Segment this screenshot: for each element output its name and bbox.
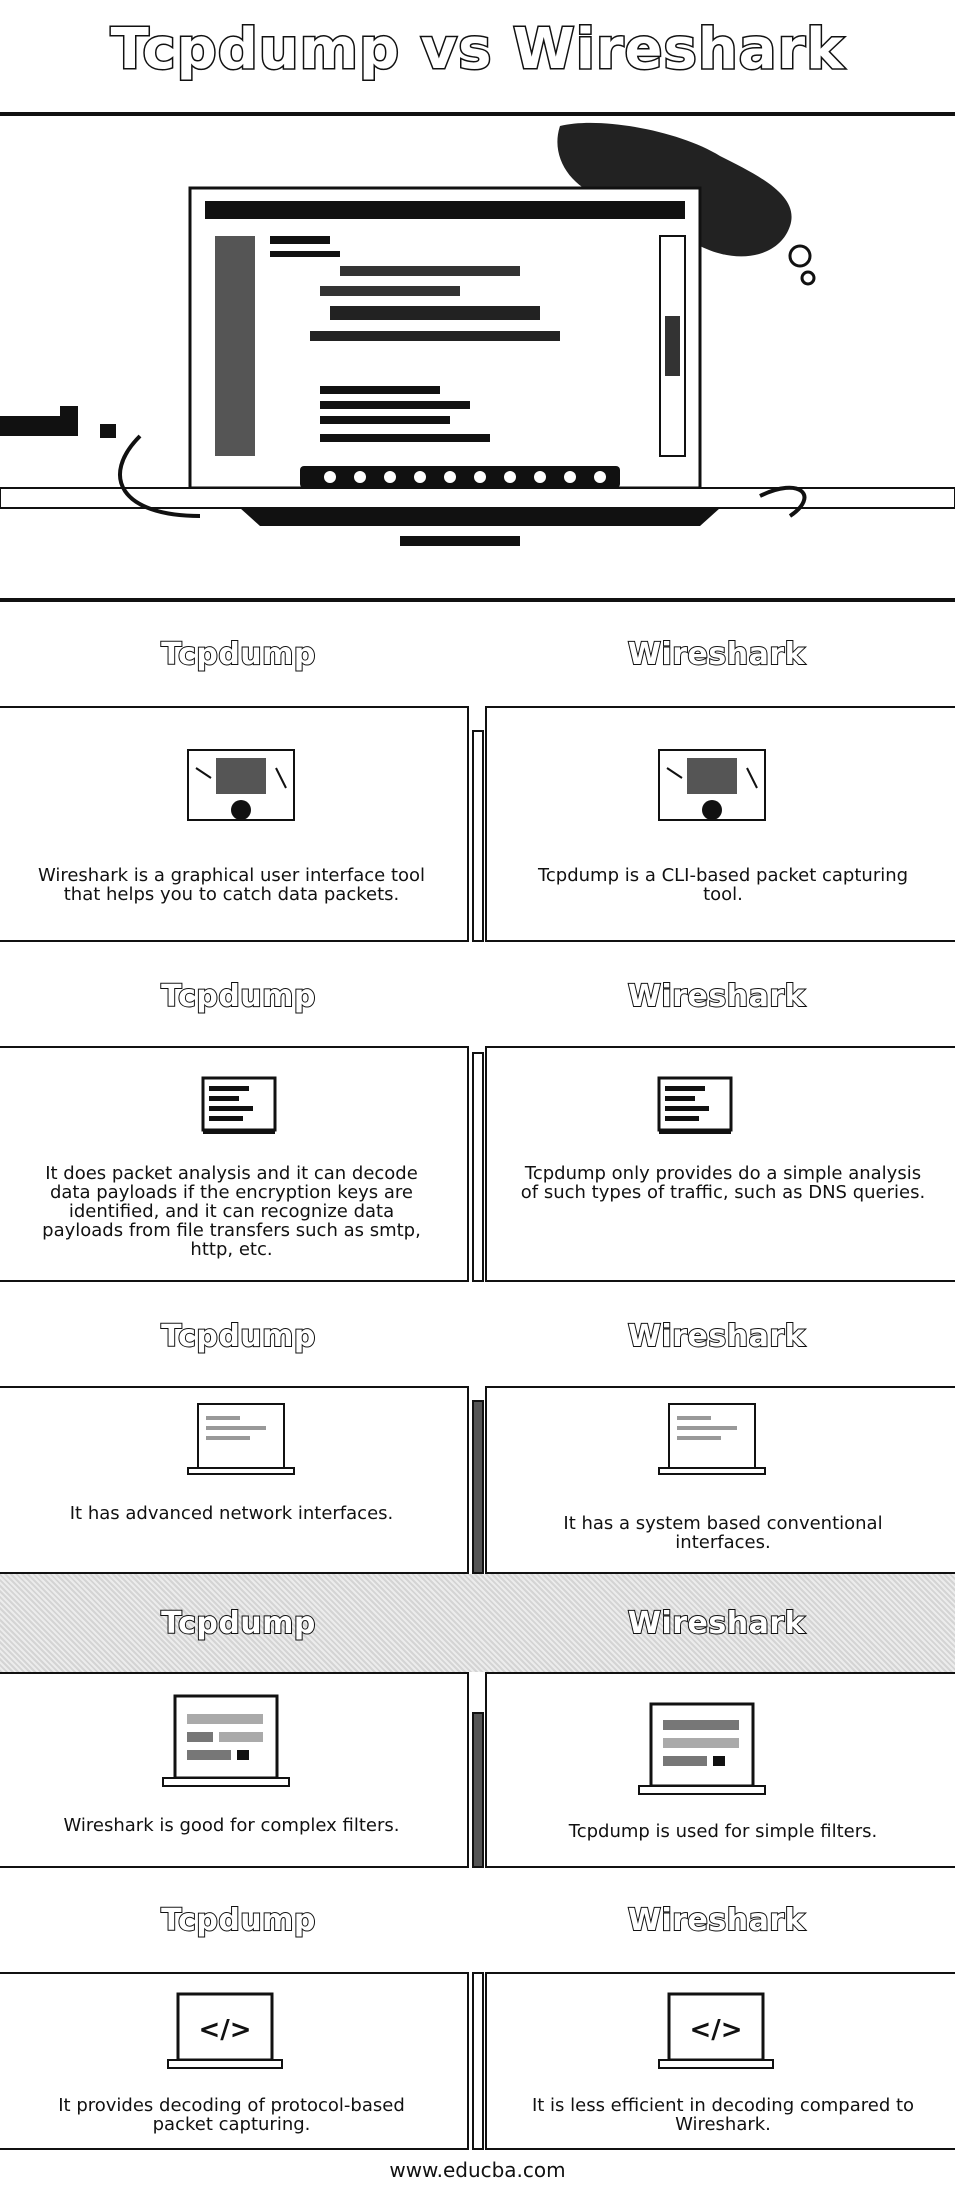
- hero-illustration: [0, 112, 955, 602]
- computer-desk-icon: [658, 749, 766, 821]
- row-5-right-panel: </> It is less efficient in decoding com…: [485, 1972, 955, 2150]
- row-4-right-text: Tcpdump is used for simple filters.: [568, 1821, 878, 1842]
- row-header-2: Tcpdump Wireshark: [0, 944, 955, 1048]
- row-3-divider: [472, 1400, 484, 1574]
- code-laptop-icon: </>: [167, 1992, 283, 2069]
- row-2-left-text: It does packet analysis and it can decod…: [42, 1163, 421, 1260]
- computer-desk-icon: [187, 749, 295, 821]
- row-header-4: Tcpdump Wireshark: [0, 1574, 955, 1672]
- column-label-tcpdump: Tcpdump: [160, 636, 316, 673]
- column-label-tcpdump: Tcpdump: [160, 1318, 316, 1355]
- row-5-divider: [472, 1972, 484, 2150]
- laptop-filters-icon: [162, 1694, 290, 1787]
- row-1-right-panel: Tcpdump is a CLI-based packet capturing …: [485, 706, 955, 942]
- column-label-wireshark: Wireshark: [627, 1605, 806, 1642]
- column-label-tcpdump: Tcpdump: [160, 978, 316, 1015]
- row-2-right-text: Tcpdump only provides do a simple analys…: [520, 1163, 926, 1203]
- page-title: Tcpdump vs Wireshark: [109, 16, 845, 84]
- column-label-tcpdump: Tcpdump: [160, 1902, 316, 1939]
- document-screen-icon: [201, 1076, 277, 1134]
- footer-url: www.educba.com: [389, 2158, 566, 2182]
- row-5-left-text: It provides decoding of protocol-based p…: [58, 2095, 405, 2135]
- row-3-right-panel: It has a system based conventional inter…: [485, 1386, 955, 1574]
- row-1-left-panel: Wireshark is a graphical user interface …: [0, 706, 469, 942]
- column-label-wireshark: Wireshark: [627, 978, 806, 1015]
- row-4-divider: [472, 1712, 484, 1868]
- laptop-screen-illustration: [0, 122, 955, 546]
- row-header-3: Tcpdump Wireshark: [0, 1284, 955, 1388]
- laptop-icon: [187, 1403, 295, 1475]
- column-label-wireshark: Wireshark: [627, 1902, 806, 1939]
- row-2-divider: [472, 1052, 484, 1282]
- code-laptop-icon: </>: [658, 1992, 774, 2069]
- row-5-right-text: It is less efficient in decoding compare…: [531, 2095, 915, 2135]
- row-header-1: Tcpdump Wireshark: [0, 602, 955, 706]
- row-2-left-panel: It does packet analysis and it can decod…: [0, 1046, 469, 1282]
- row-4-left-text: Wireshark is good for complex filters.: [63, 1815, 400, 1836]
- row-4-right-panel: Tcpdump is used for simple filters.: [485, 1672, 955, 1868]
- document-screen-icon: [657, 1076, 733, 1134]
- row-2-right-panel: Tcpdump only provides do a simple analys…: [485, 1046, 955, 1282]
- row-1-right-text: Tcpdump is a CLI-based packet capturing …: [537, 865, 909, 905]
- row-1-left-text: Wireshark is a graphical user interface …: [37, 865, 426, 905]
- svg-text:</>: </>: [198, 2015, 251, 2045]
- row-3-right-text: It has a system based conventional inter…: [563, 1513, 883, 1553]
- row-4-left-panel: Wireshark is good for complex filters.: [0, 1672, 469, 1868]
- row-5-left-panel: </> It provides decoding of protocol-bas…: [0, 1972, 469, 2150]
- laptop-icon: [658, 1403, 766, 1475]
- laptop-filters-icon: [638, 1702, 766, 1795]
- row-3-left-panel: It has advanced network interfaces.: [0, 1386, 469, 1574]
- row-3-left-text: It has advanced network interfaces.: [69, 1503, 394, 1524]
- svg-text:</>: </>: [689, 2015, 742, 2045]
- column-label-wireshark: Wireshark: [627, 1318, 806, 1355]
- row-1-divider: [472, 730, 484, 942]
- row-header-5: Tcpdump Wireshark: [0, 1868, 955, 1972]
- column-label-wireshark: Wireshark: [627, 636, 806, 673]
- column-label-tcpdump: Tcpdump: [160, 1605, 316, 1642]
